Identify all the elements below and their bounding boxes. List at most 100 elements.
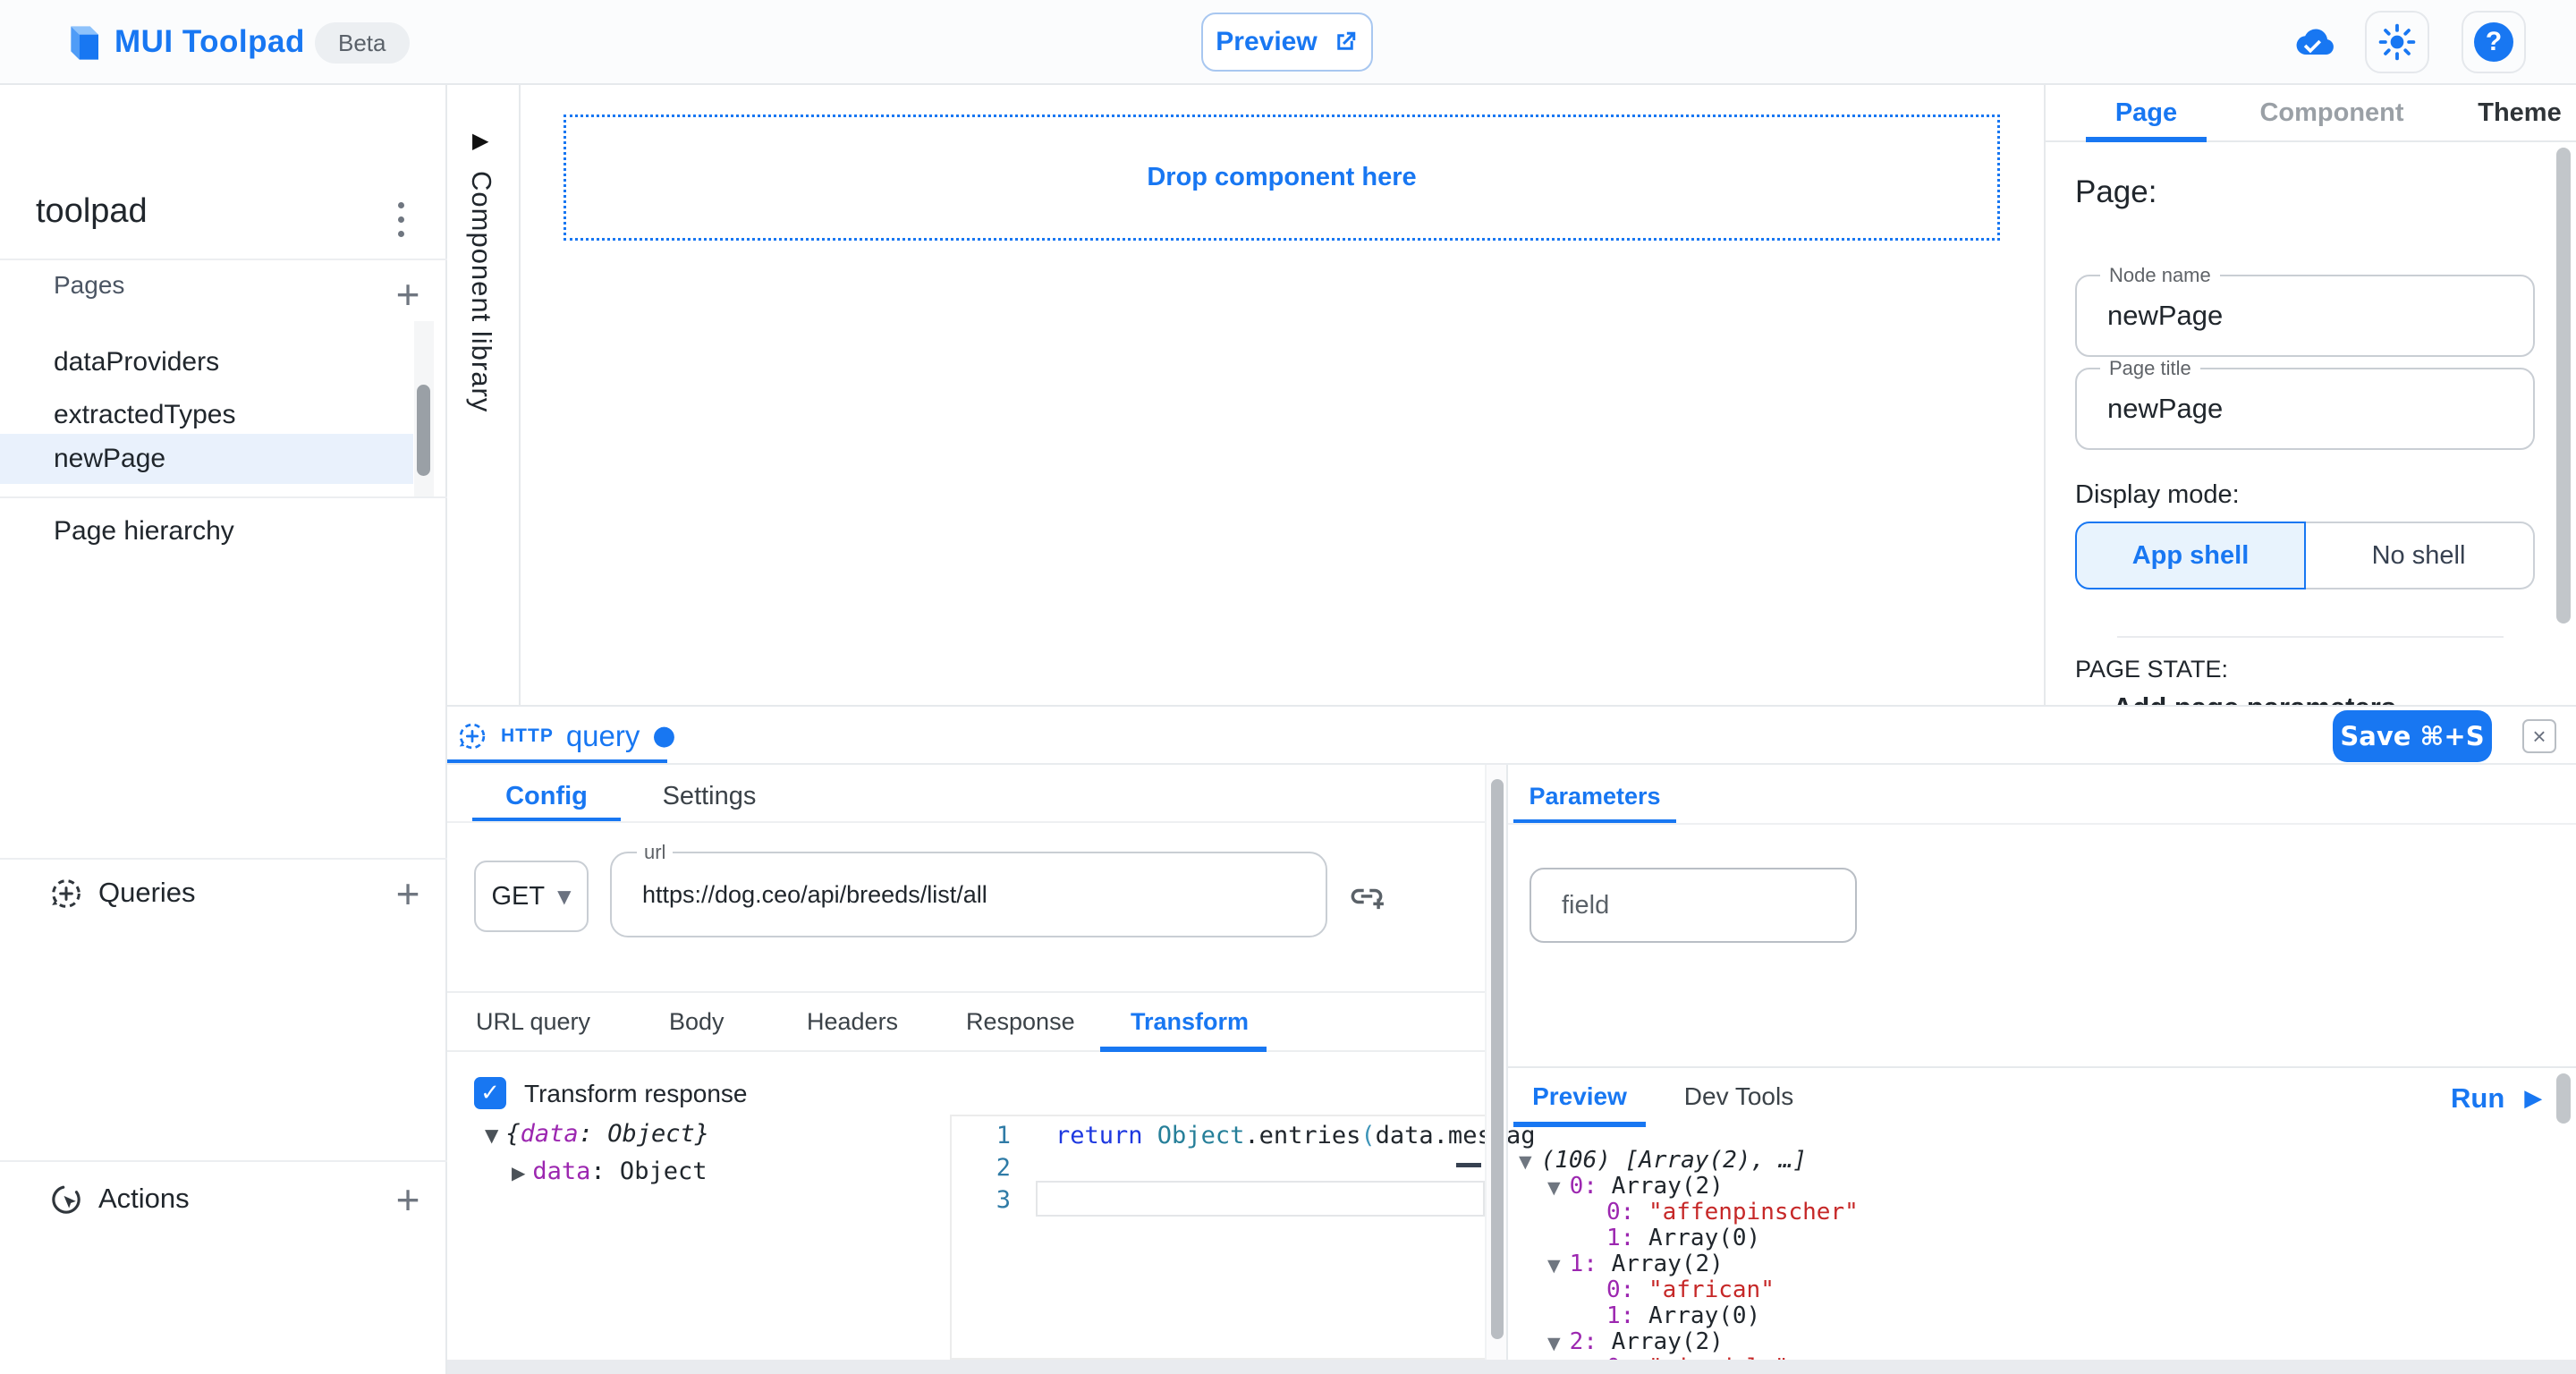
tab-theme[interactable]: Theme — [2470, 85, 2569, 140]
query-name-label: query — [566, 719, 640, 753]
chevron-down-icon: ▼ — [557, 886, 571, 907]
tab-headers[interactable]: Headers — [807, 993, 898, 1050]
save-button[interactable]: Save ⌘+S — [2333, 710, 2492, 762]
divider — [0, 1160, 447, 1162]
params-tabs-border — [1508, 823, 2576, 825]
preview-tab-underline — [1513, 1122, 1646, 1127]
scope-tree-data-node[interactable]: ▶data: Object — [512, 1158, 707, 1185]
tab-url-query[interactable]: URL query — [476, 993, 590, 1050]
component-dropzone[interactable]: Drop component here — [564, 114, 2000, 241]
json-row[interactable]: ▼0: Array(2) — [1547, 1173, 1724, 1200]
sidebar-item-newPage-selected[interactable]: newPage — [0, 434, 413, 484]
http-method-value: GET — [491, 882, 545, 912]
config-tabs-border — [447, 821, 1485, 823]
actions-icon — [48, 1182, 84, 1217]
page-title-field: Page title — [2075, 368, 2535, 450]
page-state-label: PAGE STATE: — [2075, 656, 2228, 683]
params-panel-border — [1506, 765, 1508, 1360]
json-row[interactable]: 0: "affenpinscher" — [1606, 1199, 1859, 1226]
tab-response[interactable]: Response — [966, 993, 1075, 1050]
tab-preview[interactable]: Preview — [1513, 1075, 1646, 1118]
preview-scrollbar[interactable] — [2556, 1073, 2571, 1360]
toggle-no-shell[interactable]: No shell — [2304, 522, 2535, 589]
current-line-highlight — [1036, 1181, 1485, 1217]
tab-parameters[interactable]: Parameters — [1513, 775, 1676, 818]
dock-header-border — [447, 763, 2576, 765]
sidebar-item-dataProviders[interactable]: dataProviders — [0, 337, 413, 387]
node-name-input[interactable] — [2107, 276, 2501, 355]
config-panel-scrollbar[interactable] — [1485, 765, 1506, 1360]
json-row[interactable]: 1: Array(0) — [1606, 1225, 1760, 1251]
component-library-rail[interactable]: ▶ Component library — [447, 85, 521, 707]
help-question-icon: ? — [2474, 22, 2513, 62]
scope-tree-root[interactable]: ▼{data: Object} — [485, 1120, 709, 1148]
url-field: url — [610, 852, 1327, 937]
json-root-row[interactable]: ▼(106) [Array(2), …] — [1519, 1147, 1807, 1174]
tab-component[interactable]: Component — [2229, 85, 2435, 140]
page-hierarchy-label[interactable]: Page hierarchy — [54, 516, 234, 547]
light-mode-sun-icon — [2378, 23, 2416, 61]
preview-button[interactable]: Preview — [1201, 13, 1373, 72]
add-page-button[interactable]: + — [386, 273, 429, 316]
page-heading: Page: — [2075, 174, 2157, 210]
add-query-button[interactable]: + — [386, 872, 429, 915]
json-row[interactable]: ▼1: Array(2) — [1547, 1251, 1724, 1277]
run-button[interactable]: Run ▶ — [2451, 1079, 2542, 1118]
pages-scrollbar[interactable] — [414, 321, 434, 496]
bottom-strip — [447, 1360, 2576, 1374]
page-title-input[interactable] — [2107, 369, 2501, 448]
beta-badge: Beta — [315, 22, 410, 64]
query-kind-label: HTTP — [501, 725, 554, 747]
divider — [0, 496, 447, 498]
queries-label: Queries — [98, 877, 196, 909]
transform-response-checkbox[interactable]: ✓ — [474, 1077, 506, 1109]
sidebar-item-extractedTypes[interactable]: extractedTypes — [0, 390, 413, 440]
add-action-button[interactable]: + — [386, 1178, 429, 1221]
divider — [2117, 636, 2504, 638]
pages-label: Pages — [54, 271, 124, 300]
theme-toggle-button[interactable] — [2365, 11, 2429, 73]
actions-label: Actions — [98, 1183, 190, 1215]
project-menu-kebab-icon[interactable] — [383, 198, 419, 241]
tab-settings[interactable]: Settings — [642, 775, 776, 818]
page-canvas: Drop component here — [521, 85, 2044, 707]
divider — [0, 259, 447, 260]
tab-body[interactable]: Body — [669, 993, 724, 1050]
request-subtabs: URL query Body Headers Response Transfor… — [447, 991, 1485, 1052]
expand-rail-arrow-icon[interactable]: ▶ — [472, 128, 488, 153]
inspector-panel: Page Component Theme Page: Node name Pag… — [2044, 85, 2576, 707]
http-query-icon — [456, 720, 488, 752]
actions-section-header: Actions + — [0, 1175, 447, 1225]
unsaved-changes-dot: ● — [652, 723, 675, 750]
tab-page[interactable]: Page — [2086, 85, 2207, 140]
cloud-synced-icon — [2290, 23, 2336, 61]
dock-top-border — [447, 705, 2576, 707]
tab-config[interactable]: Config — [472, 775, 621, 818]
display-mode-label: Display mode: — [2075, 480, 2240, 510]
json-row[interactable]: 1: Array(0) — [1606, 1302, 1760, 1329]
json-row[interactable]: ▼2: Array(2) — [1547, 1328, 1724, 1355]
component-library-label: Component library — [465, 171, 497, 412]
url-input[interactable] — [642, 853, 1304, 936]
inspector-scrollbar[interactable] — [2556, 148, 2571, 631]
app-root: MUI Toolpad Beta Preview — [0, 0, 2576, 1374]
line-number: 2 — [952, 1154, 1011, 1182]
transform-code-editor[interactable]: 1 2 3 return Object.entries(data.messag — [950, 1115, 1485, 1360]
tab-dev-tools[interactable]: Dev Tools — [1667, 1075, 1810, 1118]
transform-response-label: Transform response — [524, 1080, 748, 1108]
node-name-field: Node name — [2075, 275, 2535, 357]
json-row[interactable]: 0: "african" — [1606, 1276, 1775, 1303]
close-dock-icon[interactable]: × — [2522, 719, 2556, 753]
parameter-field-input[interactable] — [1562, 869, 1830, 941]
pages-scrollbar-thumb[interactable] — [417, 385, 430, 476]
http-method-select[interactable]: GET ▼ — [474, 861, 589, 932]
tab-transform[interactable]: Transform — [1131, 993, 1249, 1050]
line-number: 3 — [952, 1186, 1011, 1214]
toggle-app-shell[interactable]: App shell — [2075, 522, 2306, 589]
query-editor-tab[interactable]: HTTP query ● — [456, 714, 676, 759]
help-button[interactable]: ? — [2462, 11, 2526, 73]
config-scrollbar-thumb[interactable] — [1491, 779, 1504, 1339]
link-binding-icon[interactable] — [1347, 877, 1386, 916]
display-mode-toggle-group: App shell No shell — [2075, 522, 2535, 589]
preview-button-label: Preview — [1216, 27, 1317, 57]
